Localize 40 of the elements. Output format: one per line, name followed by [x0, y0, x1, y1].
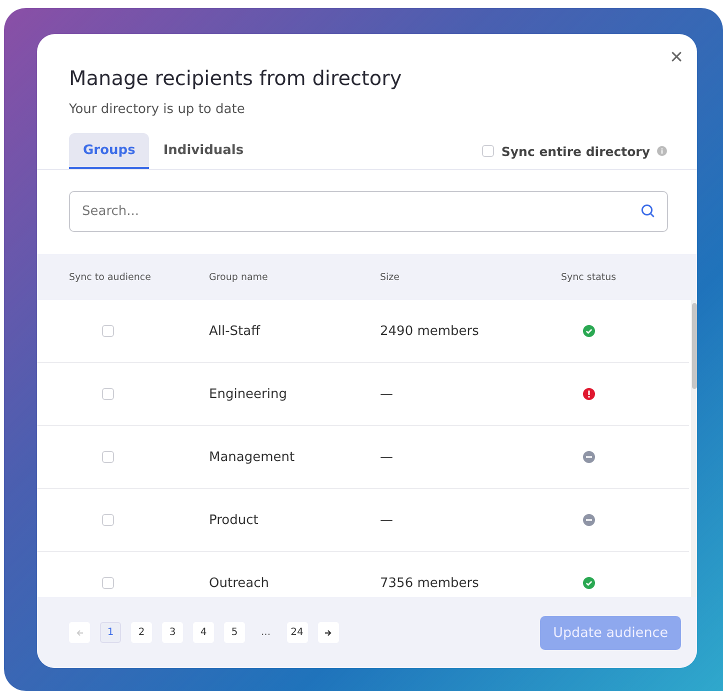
row-checkbox[interactable]	[102, 325, 114, 337]
page-button[interactable]: 5	[224, 622, 245, 643]
group-name: Engineering	[209, 386, 288, 402]
page-button[interactable]: 3	[162, 622, 183, 643]
dialog-subtitle: Your directory is up to date	[69, 102, 246, 117]
group-size: —	[380, 386, 394, 402]
page-button[interactable]: 1	[100, 622, 121, 643]
column-header: Sync status	[561, 272, 617, 282]
column-header: Group name	[209, 272, 269, 282]
group-size: 2490 members	[380, 324, 480, 338]
right-arrow-icon	[324, 628, 332, 636]
page-button[interactable]: 2	[131, 622, 152, 643]
group-name: Management	[209, 450, 296, 464]
checkbox-label: Sync entire directory	[501, 144, 650, 158]
tab[interactable]: Groups	[69, 133, 150, 169]
column-header: Size	[380, 272, 401, 282]
checkbox[interactable]	[482, 145, 494, 157]
tab[interactable]: Individuals	[149, 133, 258, 169]
search-icon[interactable]	[641, 204, 655, 218]
page-button[interactable]: 4	[193, 622, 214, 643]
row-checkbox[interactable]	[102, 577, 114, 589]
dialog-title: Manage recipients from directory	[69, 66, 403, 90]
page-button[interactable]: 24	[286, 622, 308, 643]
group-size: 7356 members	[380, 576, 480, 590]
info-icon[interactable]	[657, 146, 667, 156]
close-button[interactable]: ×	[666, 46, 687, 68]
group-size: —	[380, 512, 394, 528]
group-name: All-Staff	[209, 324, 262, 338]
left-arrow-icon	[76, 628, 84, 636]
scrollbar[interactable]	[691, 300, 697, 597]
column-header: Sync to audience	[69, 272, 152, 282]
row-checkbox[interactable]	[102, 451, 114, 463]
row-checkbox[interactable]	[102, 514, 114, 526]
page-ellipsis: ...	[260, 627, 272, 638]
group-size: —	[380, 450, 394, 464]
search-field[interactable]: Search...	[69, 191, 668, 232]
group-name: Product	[209, 512, 260, 528]
next-page-button[interactable]	[318, 622, 339, 643]
row-checkbox[interactable]	[102, 388, 114, 400]
group-name: Outreach	[209, 576, 270, 590]
